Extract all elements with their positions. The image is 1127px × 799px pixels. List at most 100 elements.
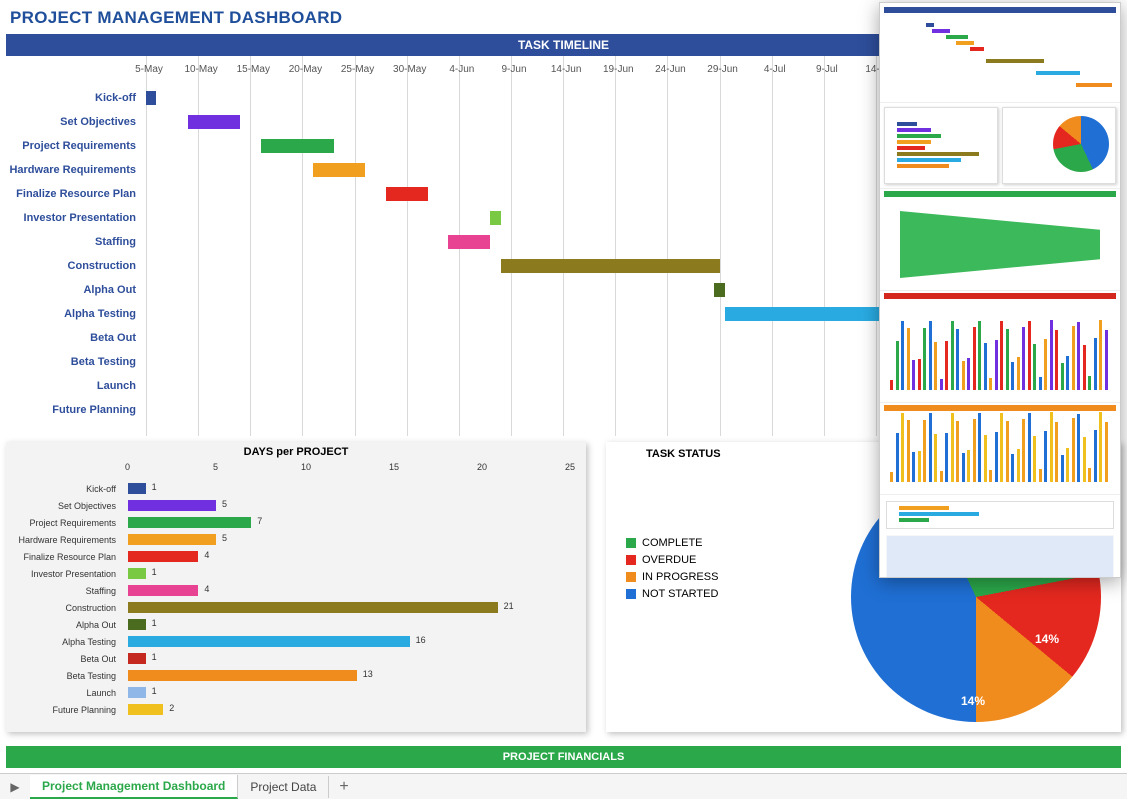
sheet-add-button[interactable]: +	[329, 778, 358, 796]
days-axis-tick: 15	[389, 462, 399, 472]
days-row-label: Beta Testing	[12, 671, 122, 681]
legend-swatch	[626, 538, 636, 548]
days-row: Investor Presentation 1	[12, 565, 580, 582]
days-value-label: 16	[416, 635, 426, 645]
gantt-task-label: Investor Presentation	[6, 212, 146, 224]
days-value-label: 7	[257, 516, 262, 526]
days-value-label: 1	[152, 618, 157, 628]
days-value-label: 4	[204, 584, 209, 594]
days-per-project-chart: DAYS per PROJECT 0510152025 Kick-off1Set…	[6, 442, 586, 732]
days-row-label: Set Objectives	[12, 501, 122, 511]
days-bar	[128, 636, 410, 647]
gantt-date-label: 14-Jun	[549, 64, 583, 75]
days-value-label: 5	[222, 499, 227, 509]
gantt-date-label: 15-May	[236, 64, 270, 75]
gantt-bar	[448, 235, 490, 249]
days-axis-tick: 20	[477, 462, 487, 472]
days-bar	[128, 500, 216, 511]
sheet-tab-dashboard[interactable]: Project Management Dashboard	[30, 775, 238, 799]
gantt-date-label: 9-Jun	[497, 64, 531, 75]
days-value-label: 1	[152, 482, 157, 492]
days-row: Launch 1	[12, 684, 580, 701]
sheet-tab-project-data[interactable]: Project Data	[238, 776, 329, 798]
days-bar	[128, 602, 498, 613]
gantt-date-label: 19-Jun	[601, 64, 635, 75]
days-row-label: Alpha Out	[12, 620, 122, 630]
gantt-bar	[386, 187, 428, 201]
gantt-task-label: Alpha Testing	[6, 308, 146, 320]
legend-swatch	[626, 555, 636, 565]
gantt-bar	[725, 307, 892, 321]
gantt-bar	[188, 115, 240, 129]
days-row-label: Investor Presentation	[12, 569, 122, 579]
days-row: Alpha Out 1	[12, 616, 580, 633]
days-bar	[128, 517, 251, 528]
days-row-label: Hardware Requirements	[12, 535, 122, 545]
sheet-nav-icon[interactable]: ▶	[0, 780, 30, 794]
days-row: Beta Testing 13	[12, 667, 580, 684]
gantt-bar	[490, 211, 500, 225]
gantt-task-label: Beta Out	[6, 332, 146, 344]
legend-item: IN PROGRESS	[626, 571, 718, 583]
days-row: Finalize Resource Plan 4	[12, 548, 580, 565]
gantt-task-label: Construction	[6, 260, 146, 272]
legend-label: NOT STARTED	[642, 588, 718, 600]
gantt-task-label: Staffing	[6, 236, 146, 248]
days-row-label: Staffing	[12, 586, 122, 596]
gantt-date-label: 20-May	[288, 64, 322, 75]
days-value-label: 1	[152, 567, 157, 577]
days-chart-title: DAYS per PROJECT	[12, 446, 580, 458]
financials-header: PROJECT FINANCIALS	[6, 746, 1121, 768]
gantt-task-label: Future Planning	[6, 404, 146, 416]
legend-swatch	[626, 589, 636, 599]
days-value-label: 4	[204, 550, 209, 560]
days-row: Set Objectives 5	[12, 497, 580, 514]
days-row-label: Project Requirements	[12, 518, 122, 528]
legend-label: OVERDUE	[642, 554, 696, 566]
days-bar	[128, 704, 163, 715]
days-bar	[128, 551, 198, 562]
preview-thumbnail: /*mini columns drawn below by JS*/	[879, 2, 1121, 578]
gantt-bar	[714, 283, 724, 297]
days-bar	[128, 534, 216, 545]
days-value-label: 1	[152, 686, 157, 696]
gantt-task-label: Set Objectives	[6, 116, 146, 128]
days-value-label: 5	[222, 533, 227, 543]
days-row: Construction21	[12, 599, 580, 616]
days-value-label: 13	[363, 669, 373, 679]
days-row-label: Beta Out	[12, 654, 122, 664]
days-row: Alpha Testing16	[12, 633, 580, 650]
days-axis-tick: 10	[301, 462, 311, 472]
days-bar	[128, 483, 146, 494]
pie-slice-label: 14%	[961, 694, 985, 708]
days-axis-tick: 25	[565, 462, 575, 472]
days-row: Hardware Requirements 5	[12, 531, 580, 548]
days-value-label: 2	[169, 703, 174, 713]
days-row-label: Launch	[12, 688, 122, 698]
pie-slice-label: 14%	[1035, 632, 1059, 646]
days-bar	[128, 568, 146, 579]
gantt-bar	[261, 139, 334, 153]
gantt-task-label: Kick-off	[6, 92, 146, 104]
legend-swatch	[626, 572, 636, 582]
gantt-task-label: Beta Testing	[6, 356, 146, 368]
days-row: Beta Out 1	[12, 650, 580, 667]
status-legend: COMPLETEOVERDUEIN PROGRESSNOT STARTED	[626, 532, 718, 605]
gantt-date-label: 29-Jun	[706, 64, 740, 75]
gantt-task-label: Hardware Requirements	[6, 164, 146, 176]
legend-item: OVERDUE	[626, 554, 718, 566]
legend-item: NOT STARTED	[626, 588, 718, 600]
days-value-label: 21	[504, 601, 514, 611]
days-bar	[128, 585, 198, 596]
sheet-tab-bar: ▶ Project Management Dashboard Project D…	[0, 773, 1127, 799]
days-bar	[128, 670, 357, 681]
gantt-bar	[501, 259, 720, 273]
gantt-date-label: 10-May	[184, 64, 218, 75]
days-row-label: Future Planning	[12, 705, 122, 715]
days-row: Project Requirements 7	[12, 514, 580, 531]
days-row-label: Finalize Resource Plan	[12, 552, 122, 562]
days-value-label: 1	[152, 652, 157, 662]
days-axis-tick: 5	[213, 462, 218, 472]
days-bar	[128, 687, 146, 698]
gantt-date-label: 24-Jun	[653, 64, 687, 75]
